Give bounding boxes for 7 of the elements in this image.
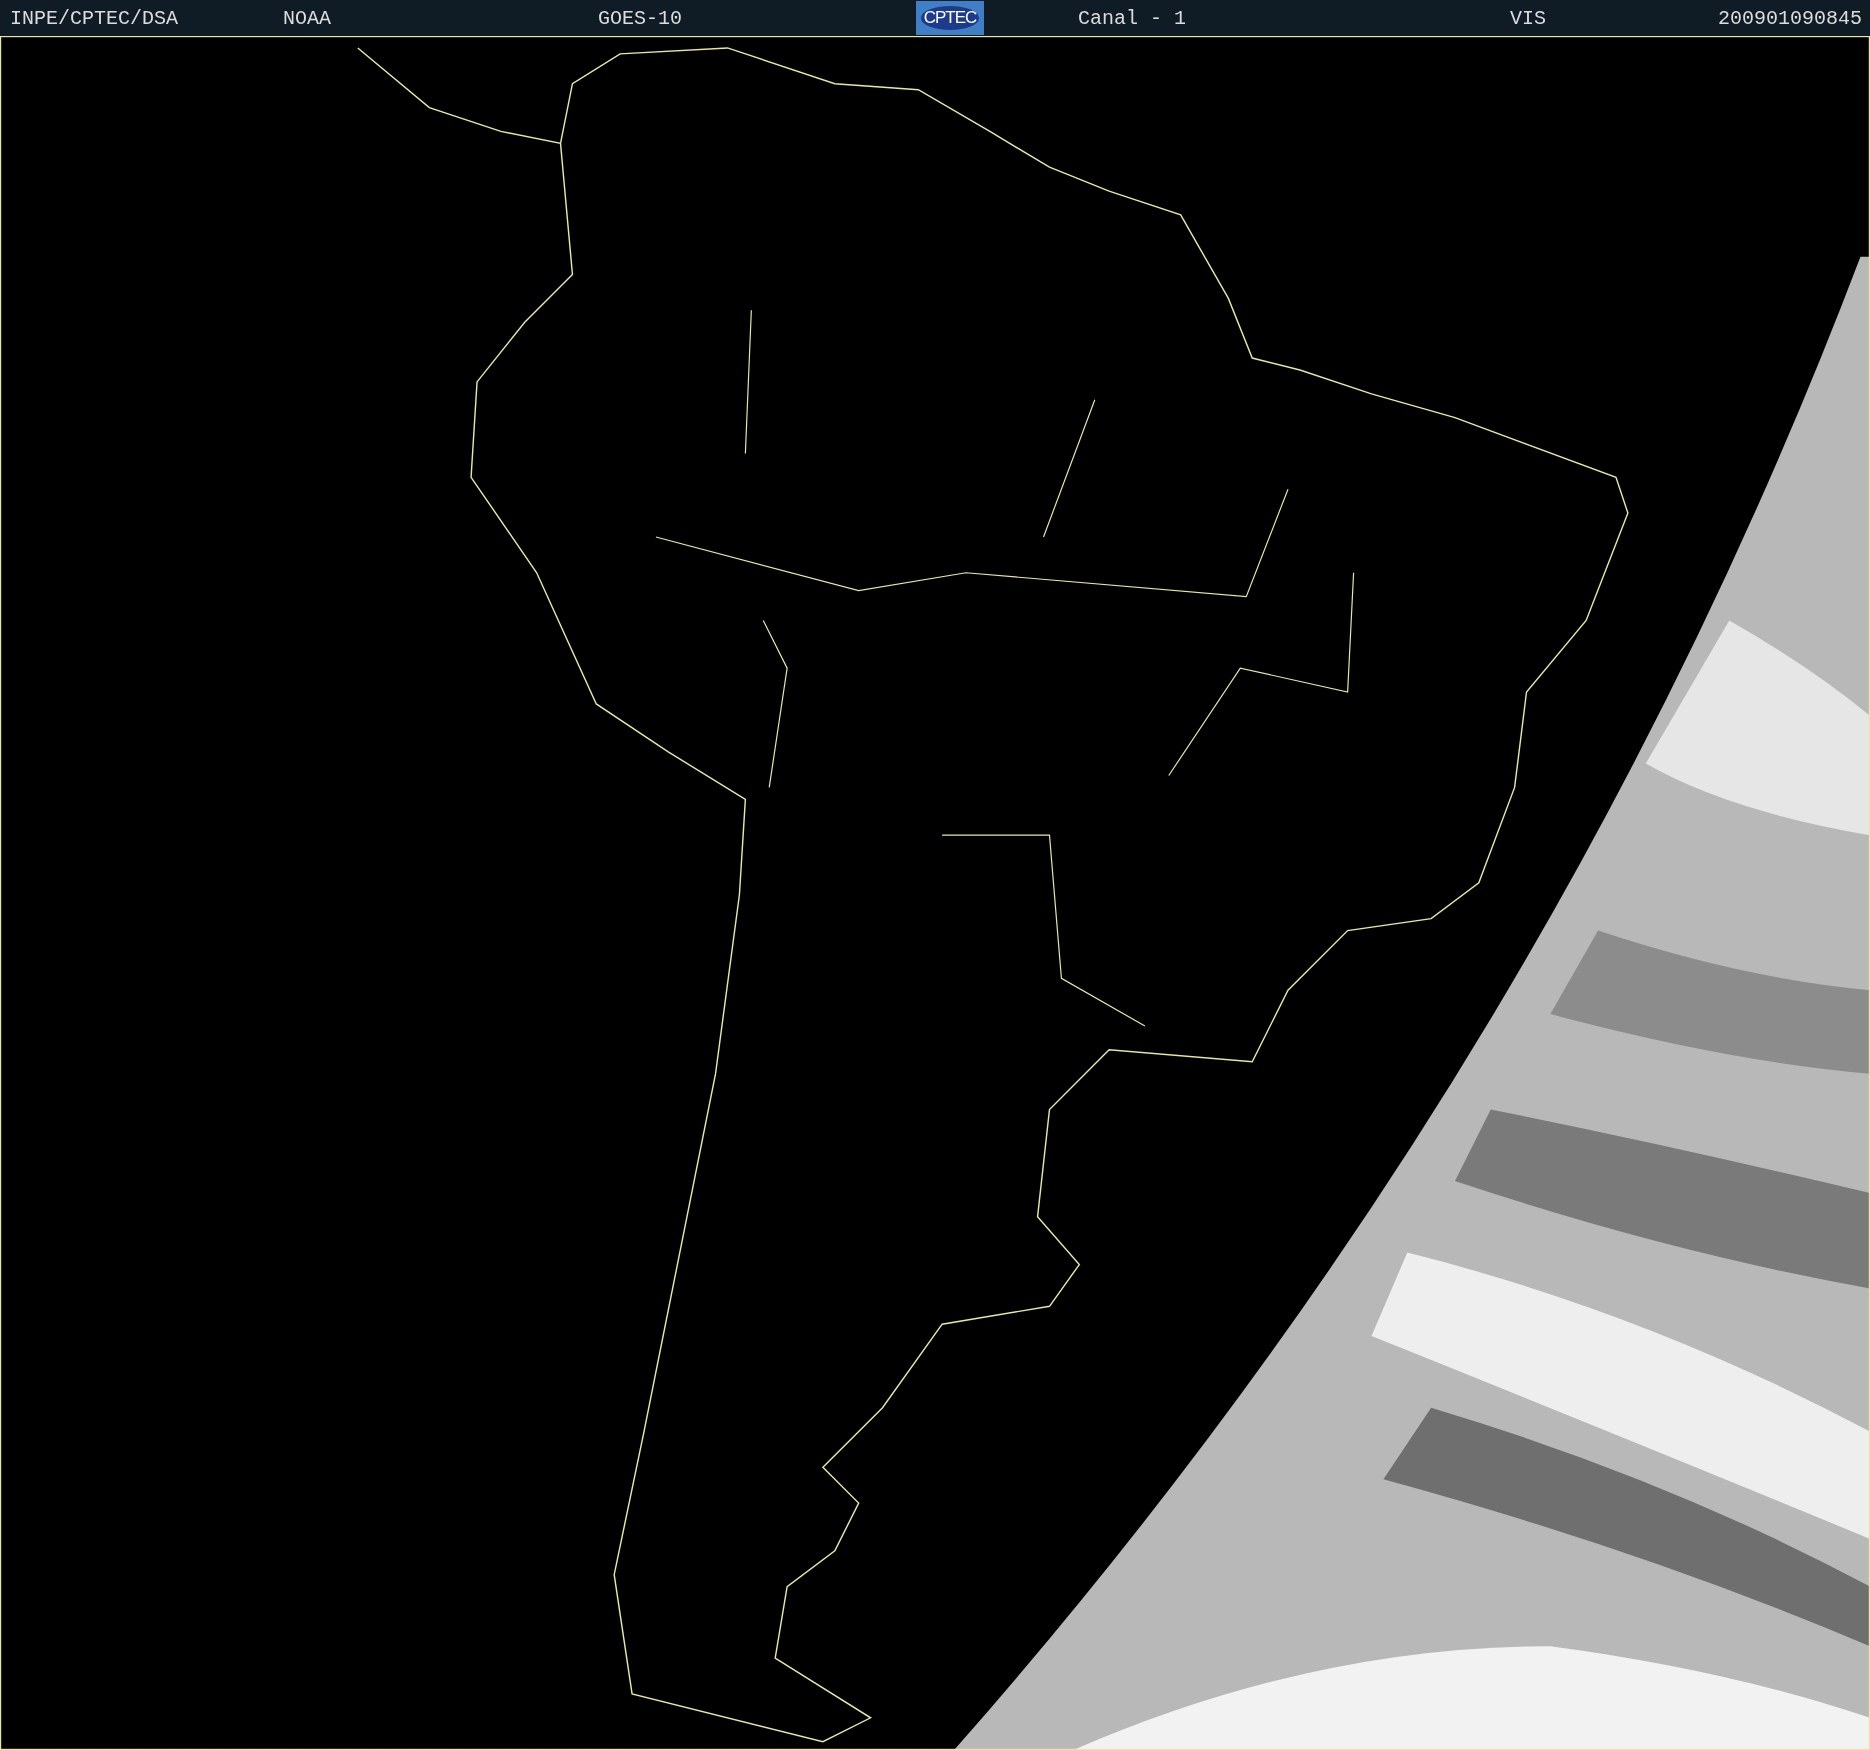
header-label: Canal - 1 <box>1078 6 1187 30</box>
header-label: 200901090845 <box>1717 6 1862 30</box>
header-label: VIS <box>1510 6 1546 30</box>
header-label: INPE/CPTEC/DSA <box>10 6 179 30</box>
header-label: NOAA <box>283 6 331 30</box>
header-label: GOES-10 <box>598 6 682 30</box>
logo: CPTEC <box>916 1 984 35</box>
